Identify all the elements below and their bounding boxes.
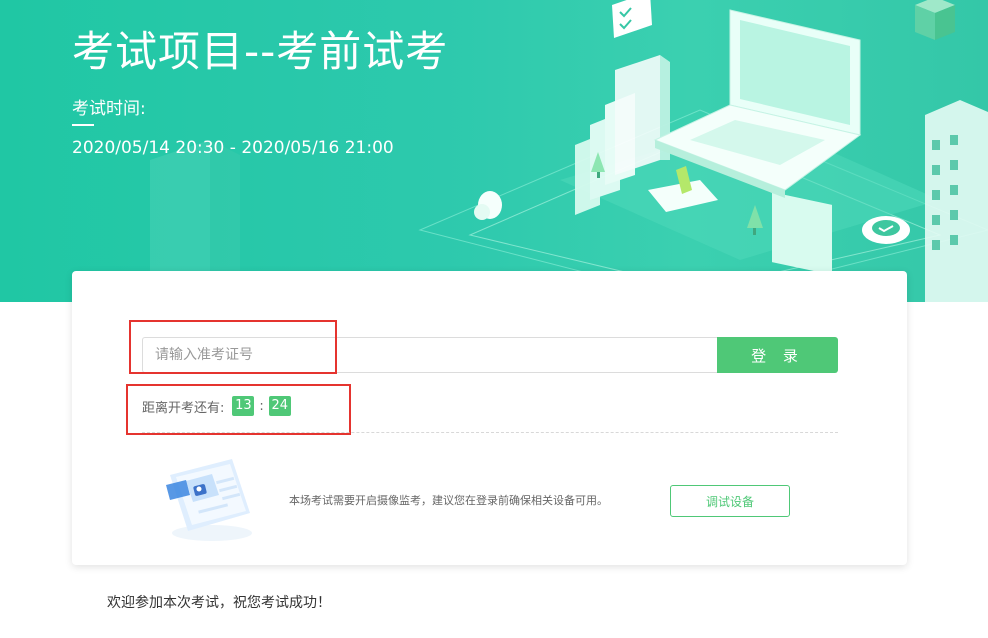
check-badge-icon <box>862 216 910 244</box>
dashed-divider <box>142 432 838 433</box>
camera-notice-text: 本场考试需要开启摄像监考，建议您在登录前确保相关设备可用。 <box>289 494 608 507</box>
exam-title: 考试项目--考前试考 <box>72 27 449 76</box>
countdown-minutes: 13 <box>232 396 255 416</box>
welcome-message: 欢迎参加本次考试，祝您考试成功！ <box>107 595 331 611</box>
test-device-button[interactable]: 调试设备 <box>670 485 790 517</box>
cloud-icon <box>474 191 502 220</box>
admission-ticket-input[interactable] <box>142 337 718 373</box>
camera-screen-illustration <box>166 459 252 541</box>
checklist-bubble-icon <box>612 0 652 38</box>
exam-login-page: 考试项目--考前试考 考试时间: 2020/05/14 20:30 - 2020… <box>0 0 988 638</box>
building-icon <box>925 100 988 302</box>
login-card: 登 录 距离开考还有: 13 : 24 本场考 <box>72 271 907 565</box>
countdown-seconds: 24 <box>268 396 291 416</box>
header-banner: 考试项目--考前试考 考试时间: 2020/05/14 20:30 - 2020… <box>0 0 988 302</box>
countdown-separator: : <box>259 398 264 414</box>
exam-time-label: 考试时间: <box>72 99 146 119</box>
title-divider <box>72 124 94 126</box>
exam-time-range: 2020/05/14 20:30 - 2020/05/16 21:00 <box>72 138 394 158</box>
login-button[interactable]: 登 录 <box>717 337 838 373</box>
cube-icon <box>915 0 955 40</box>
countdown-timer: 距离开考还有: 13 : 24 <box>142 395 291 417</box>
countdown-label: 距离开考还有: <box>142 400 225 416</box>
login-form: 登 录 <box>142 337 838 373</box>
